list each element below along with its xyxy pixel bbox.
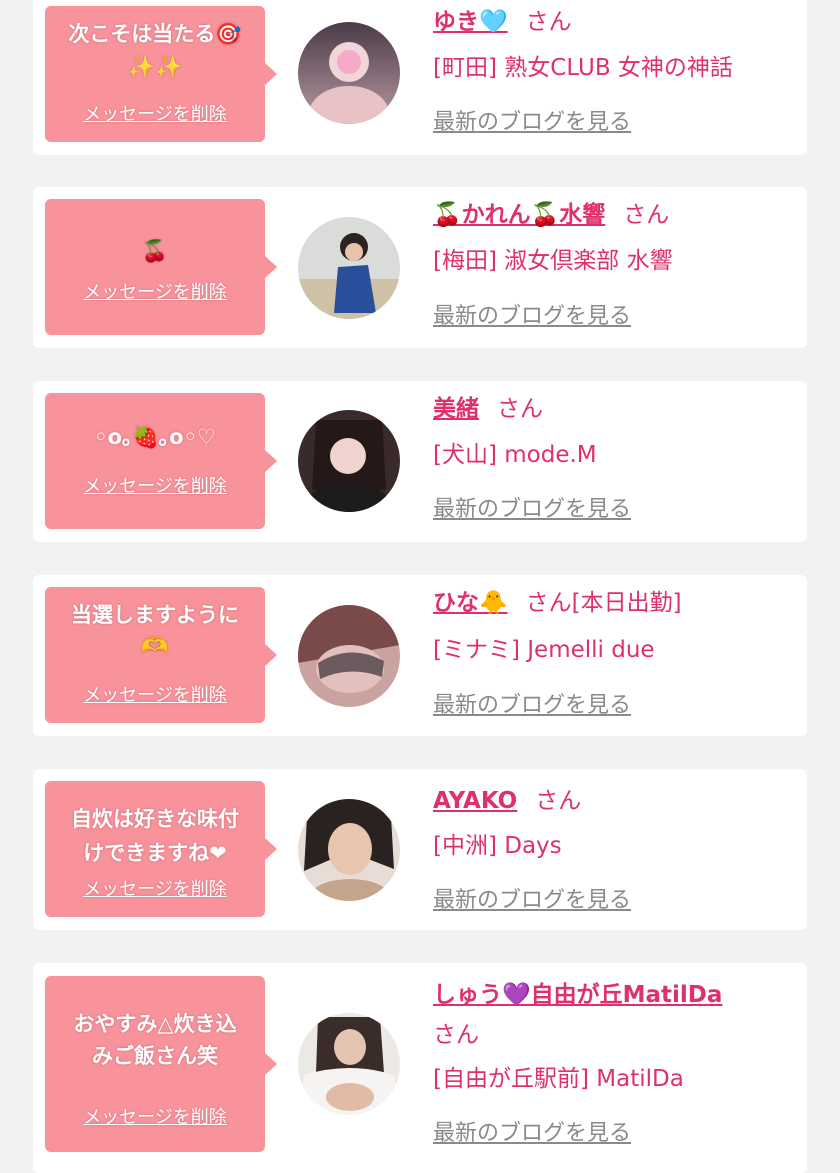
message-bubble: 自炊は好きな味付 けできますね❤ メッセージを削除 [45, 781, 277, 917]
message-text: ◦o｡🍓｡o◦♡ [94, 425, 216, 449]
honorific: さん [623, 202, 670, 228]
cast-name-link[interactable]: 🍒かれん🍒水響 [433, 202, 605, 228]
message-bubble: おやすみ△炊き込 みご飯さん笑 メッセージを削除 [45, 976, 277, 1152]
shop-label: [ミナミ] Jemelli due [433, 637, 655, 663]
avatar-photo-icon [298, 799, 400, 901]
message-text-sub: ✨✨ [127, 55, 183, 80]
cast-card: 🍒 メッセージを削除 🍒かれん🍒水響 さん [梅田] 淑女倶楽部 水響 最新のブロ… [33, 187, 807, 348]
avatar[interactable] [298, 1013, 400, 1115]
avatar-photo-icon [298, 410, 400, 512]
cast-name-link[interactable]: AYAKO [433, 788, 517, 814]
message-text: 🍒 [141, 239, 169, 263]
message-bubble: 🍒 メッセージを削除 [45, 199, 277, 335]
honorific: さん [525, 9, 572, 35]
delete-message-link[interactable]: メッセージを削除 [45, 282, 265, 304]
cast-name-link[interactable]: ひな🐥 [433, 590, 508, 616]
avatar[interactable] [298, 22, 400, 124]
delete-message-link[interactable]: メッセージを削除 [45, 685, 265, 707]
message-bubble: 次こそは当たる🎯 ✨✨ メッセージを削除 [45, 6, 277, 142]
avatar[interactable] [298, 410, 400, 512]
avatar-photo-icon [298, 1013, 400, 1115]
delete-message-link[interactable]: メッセージを削除 [45, 879, 265, 901]
message-text: 当選しますように [71, 603, 239, 627]
cast-card: 次こそは当たる🎯 ✨✨ メッセージを削除 ゆき🩵 さん [町田] 熟女CLUB 女… [33, 0, 807, 155]
shop-label: [中洲] Days [433, 833, 562, 859]
message-bubble: ◦o｡🍓｡o◦♡ メッセージを削除 [45, 393, 277, 529]
message-text-sub: 🫶 [141, 634, 169, 659]
latest-blog-link[interactable]: 最新のブログを見る [433, 108, 631, 138]
honorific: さん [535, 788, 582, 814]
honorific: さん [433, 1022, 479, 1048]
shop-label: [犬山] mode.M [433, 442, 597, 468]
cast-name-line: 🍒かれん🍒水響 さん [433, 199, 797, 231]
avatar-photo-icon [298, 217, 400, 319]
cast-card: 自炊は好きな味付 けできますね❤ メッセージを削除 AYAKO さん [中洲] D… [33, 769, 807, 930]
cast-name-line: ゆき🩵 さん [433, 6, 797, 38]
shop-label: [町田] 熟女CLUB 女神の神話 [433, 55, 733, 81]
honorific: さん [497, 396, 543, 422]
cast-name-link[interactable]: 美緒 [433, 396, 479, 422]
latest-blog-link[interactable]: 最新のブログを見る [433, 691, 631, 721]
message-bubble: 当選しますように 🫶 メッセージを削除 [45, 587, 277, 723]
message-text: おやすみ△炊き込 [73, 1012, 237, 1036]
delete-message-link[interactable]: メッセージを削除 [45, 1107, 265, 1129]
avatar-photo-icon [298, 605, 400, 707]
avatar[interactable] [298, 217, 400, 319]
cast-card: 当選しますように 🫶 メッセージを削除 ひな🐥 さん[本日出勤] [ミナミ] Je… [33, 575, 807, 736]
cast-name-line: AYAKO さん [433, 785, 797, 817]
latest-blog-link[interactable]: 最新のブログを見る [433, 886, 631, 916]
avatar[interactable] [298, 799, 400, 901]
message-text-sub: みご飯さん笑 [92, 1044, 218, 1068]
message-text: 自炊は好きな味付 [71, 807, 239, 831]
cast-name-link[interactable]: しゅう💜自由が丘MatilDa [433, 982, 722, 1008]
message-text: 次こそは当たる🎯 [68, 22, 242, 46]
message-text-sub: けできますね❤ [83, 841, 227, 865]
latest-blog-link[interactable]: 最新のブログを見る [433, 1119, 631, 1149]
honorific: さん[本日出勤] [525, 590, 682, 616]
cast-name-link[interactable]: ゆき🩵 [433, 9, 508, 35]
delete-message-link[interactable]: メッセージを削除 [45, 476, 265, 498]
cast-card: ◦o｡🍓｡o◦♡ メッセージを削除 美緒 さん [犬山] mode.M 最新のブロ… [33, 381, 807, 542]
latest-blog-link[interactable]: 最新のブログを見る [433, 302, 631, 332]
shop-label: [自由が丘駅前] MatilDa [433, 1066, 684, 1092]
cast-name-line: ひな🐥 さん[本日出勤] [433, 587, 797, 619]
favorite-cast-list: 次こそは当たる🎯 ✨✨ メッセージを削除 ゆき🩵 さん [町田] 熟女CLUB 女… [0, 0, 840, 1173]
avatar[interactable] [298, 605, 400, 707]
avatar-photo-icon [298, 22, 400, 124]
shop-label: [梅田] 淑女倶楽部 水響 [433, 248, 673, 274]
cast-name-line: 美緒 さん [433, 393, 797, 425]
delete-message-link[interactable]: メッセージを削除 [45, 104, 265, 126]
cast-card: おやすみ△炊き込 みご飯さん笑 メッセージを削除 しゅう💜自由が丘MatilDa… [33, 963, 807, 1173]
latest-blog-link[interactable]: 最新のブログを見る [433, 495, 631, 525]
cast-name-line: しゅう💜自由が丘MatilDa [433, 979, 797, 1011]
